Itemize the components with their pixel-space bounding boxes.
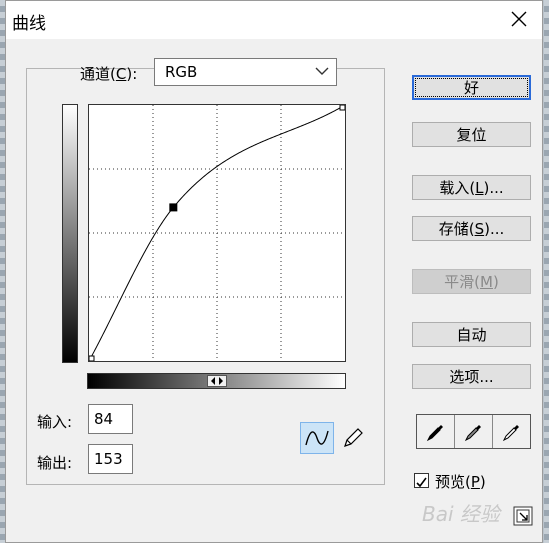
- channel-value: RGB: [165, 63, 198, 81]
- load-button[interactable]: 载入(L)...: [412, 175, 531, 200]
- title-bar: 曲线: [6, 1, 542, 39]
- chevron-down-icon: [315, 67, 329, 75]
- curve-point[interactable]: [89, 355, 95, 361]
- gradient-direction-toggle[interactable]: [207, 375, 227, 387]
- gray-eyedropper-icon[interactable]: [455, 415, 493, 448]
- preview-label: 预览(P): [435, 473, 486, 491]
- auto-button[interactable]: 自动: [412, 322, 531, 347]
- curve-point-selected[interactable]: [169, 203, 178, 212]
- black-eyedropper-icon[interactable]: [417, 415, 455, 448]
- expand-icon[interactable]: [511, 504, 535, 528]
- channel-label: 通道(C):: [80, 65, 138, 83]
- input-field[interactable]: 84: [88, 404, 133, 434]
- watermark: Bai 经验: [422, 502, 500, 526]
- ok-button[interactable]: 好: [412, 75, 531, 100]
- output-gradient-bar: [62, 104, 78, 363]
- reset-button[interactable]: 复位: [412, 122, 531, 147]
- pencil-tool-icon[interactable]: [336, 422, 370, 454]
- preview-checkbox[interactable]: [414, 473, 429, 488]
- close-icon[interactable]: [502, 4, 536, 34]
- curves-dialog: 曲线 通道(C): RGB 输入: 84 输出: 153 好 复位 载入(L).…: [5, 0, 543, 543]
- options-button[interactable]: 选项...: [412, 364, 531, 389]
- save-button[interactable]: 存储(S)...: [412, 216, 531, 241]
- curve-point[interactable]: [339, 105, 345, 111]
- eyedropper-group: [416, 414, 531, 449]
- output-field[interactable]: 153: [88, 444, 133, 474]
- smooth-button: 平滑(M): [412, 269, 531, 294]
- channel-select[interactable]: RGB: [154, 58, 337, 86]
- input-label: 输入:: [37, 413, 73, 431]
- curve-graph[interactable]: [88, 104, 346, 362]
- window-title: 曲线: [12, 14, 46, 34]
- input-gradient-bar: [87, 373, 346, 389]
- output-label: 输出:: [37, 454, 73, 472]
- curve-tool-icon[interactable]: [300, 422, 334, 454]
- white-eyedropper-icon[interactable]: [493, 415, 530, 448]
